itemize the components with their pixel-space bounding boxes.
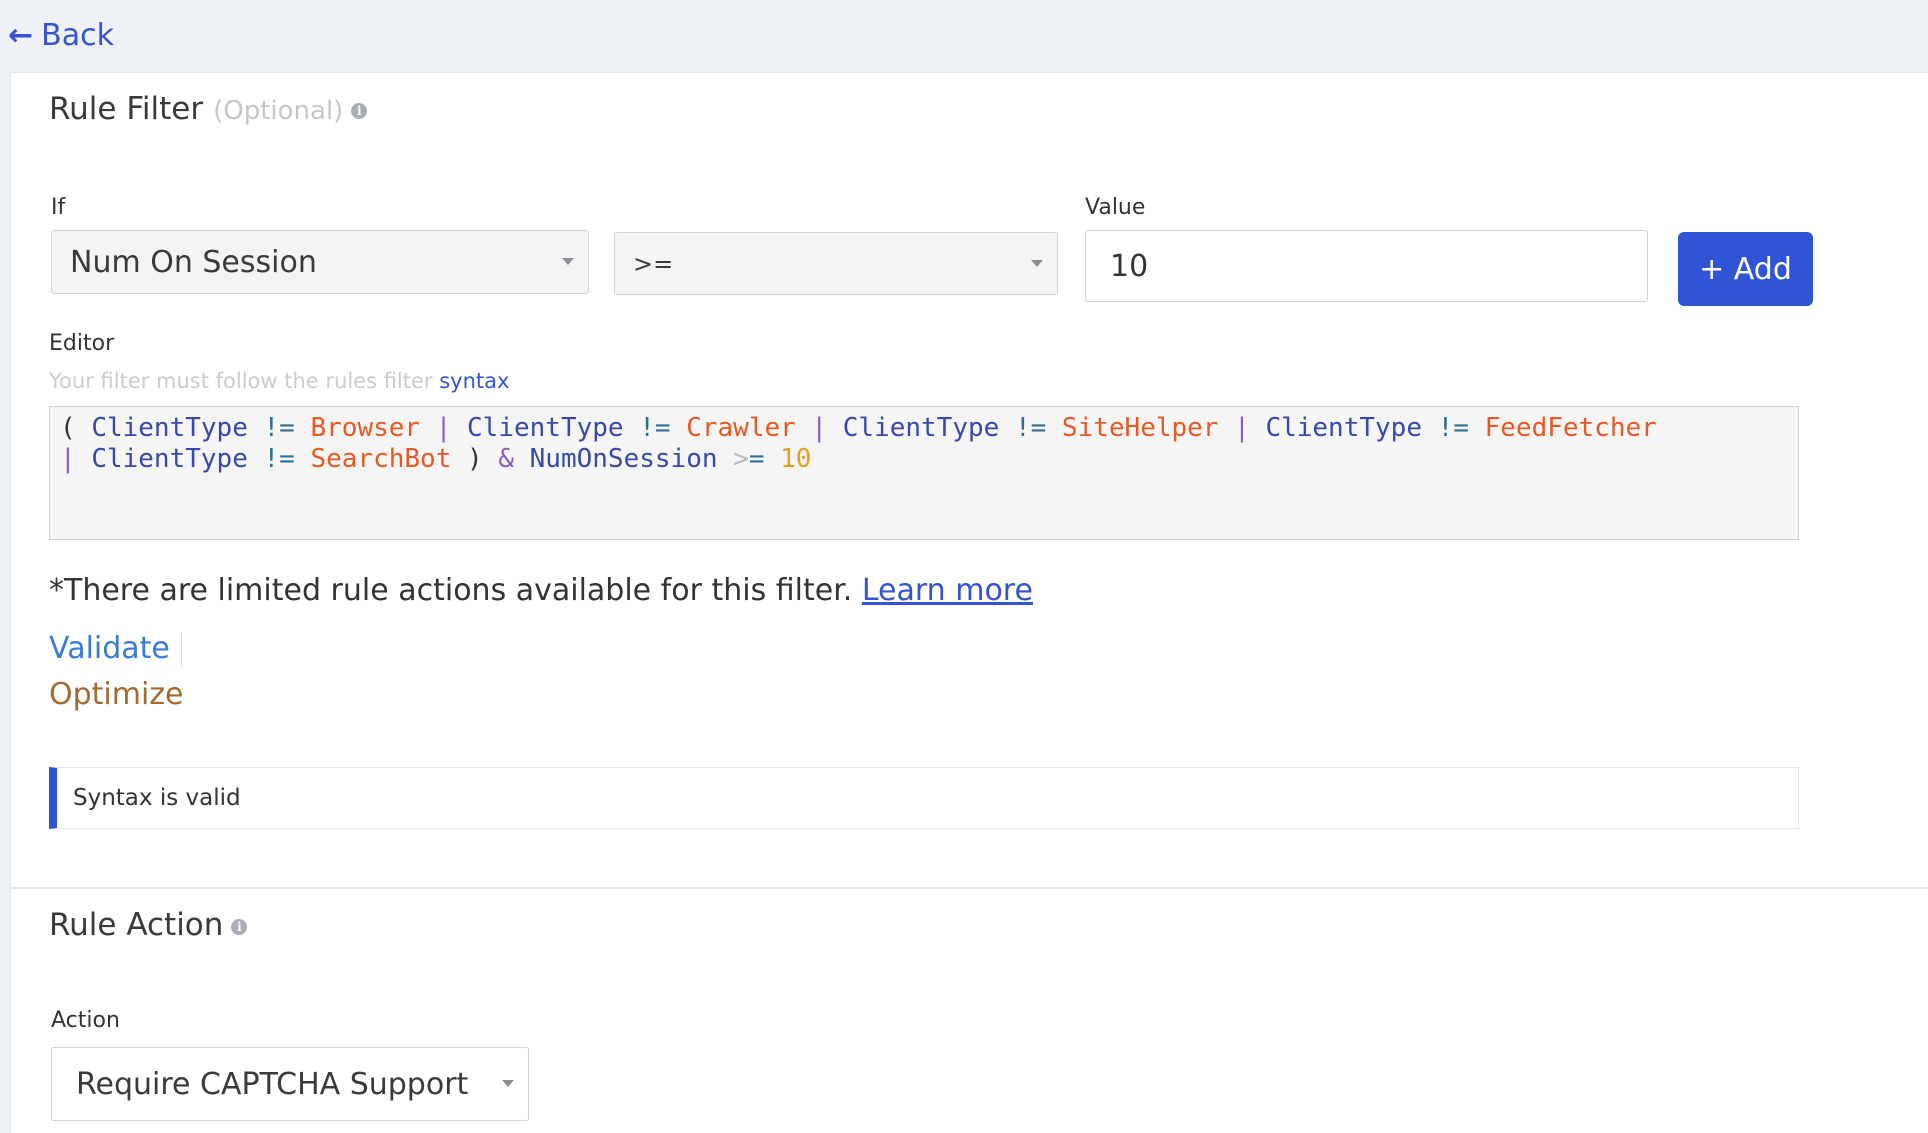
editor-token: != [623,413,687,443]
arrow-left-icon: ← [8,18,34,53]
back-link[interactable]: ← Back [8,18,114,53]
if-label: If [51,195,66,220]
filter-editor[interactable]: ( ClientType != Browser | ClientType != … [49,406,1799,540]
add-button[interactable]: + Add [1678,232,1813,306]
editor-token: Browser [310,413,421,443]
rule-action-title: Rule Action [49,907,224,943]
value-input-text: 10 [1110,248,1149,284]
operator-select[interactable]: >= [614,232,1058,295]
info-icon[interactable]: i [351,102,368,119]
editor-token: != [999,413,1062,443]
chevron-down-icon [1031,259,1043,267]
chevron-down-icon [562,258,574,265]
rule-action-heading: Rule Action i [49,907,248,943]
editor-token: & [498,444,530,474]
value-input[interactable]: 10 [1085,230,1648,302]
status-message: Syntax is valid [49,767,1799,829]
status-text: Syntax is valid [73,785,241,811]
field-select[interactable]: Num On Session [51,230,589,294]
editor-token: != [247,413,311,443]
action-select[interactable]: Require CAPTCHA Support [51,1047,529,1121]
editor-line: ( ClientType != Browser | ClientType != … [60,413,1788,444]
rule-panel: Rule Filter (Optional) i If Value Num On S… [10,72,1928,1133]
action-label: Action [51,1008,120,1033]
editor-hint: Your filter must follow the rules filter… [49,369,509,393]
editor-token: ClientType [91,413,248,443]
editor-token: != [247,444,311,474]
editor-hint-text: Your filter must follow the rules filter [49,369,440,393]
top-bar: ← Back [0,0,1928,72]
editor-line: | ClientType != SearchBot ) & NumOnSessi… [60,444,1788,475]
action-select-value: Require CAPTCHA Support [76,1066,469,1102]
editor-token: ( [60,413,92,443]
divider [181,633,182,667]
editor-token: | [420,413,468,443]
operator-select-value: >= [633,249,674,278]
chevron-down-icon [502,1080,514,1087]
editor-token: | [795,413,843,443]
editor-token: | [1218,413,1266,443]
editor-token: SiteHelper [1061,413,1219,443]
editor-token: SearchBot [310,444,452,474]
editor-token: > [717,444,749,474]
value-label: Value [1085,195,1146,220]
info-icon[interactable]: i [231,918,248,935]
editor-token: 10 [780,444,812,474]
editor-token: ClientType [467,413,624,443]
editor-token: NumOnSession [529,444,718,474]
editor-token: = [748,444,781,474]
syntax-link[interactable]: syntax [439,369,509,393]
limited-actions-note: *There are limited rule actions availabl… [49,573,1033,608]
field-select-value: Num On Session [70,244,317,280]
validate-link[interactable]: Validate [49,631,170,666]
editor-token: | [60,444,92,474]
editor-token: ClientType [842,413,1000,443]
editor-token: ClientType [91,444,248,474]
note-text: *There are limited rule actions availabl… [49,573,862,608]
editor-token: ) [451,444,499,474]
rule-filter-heading: Rule Filter (Optional) i [49,91,368,127]
rule-filter-title: Rule Filter [49,91,204,127]
section-divider [11,887,1928,889]
editor-token: ClientType [1265,413,1422,443]
editor-token: Crawler [686,413,796,443]
optimize-link[interactable]: Optimize [49,677,184,712]
learn-more-link[interactable]: Learn more [862,573,1033,608]
editor-token: FeedFetcher [1484,413,1657,443]
editor-token: != [1421,413,1485,443]
back-label: Back [41,18,114,53]
editor-label: Editor [49,331,115,356]
optional-tag: (Optional) [213,96,344,126]
